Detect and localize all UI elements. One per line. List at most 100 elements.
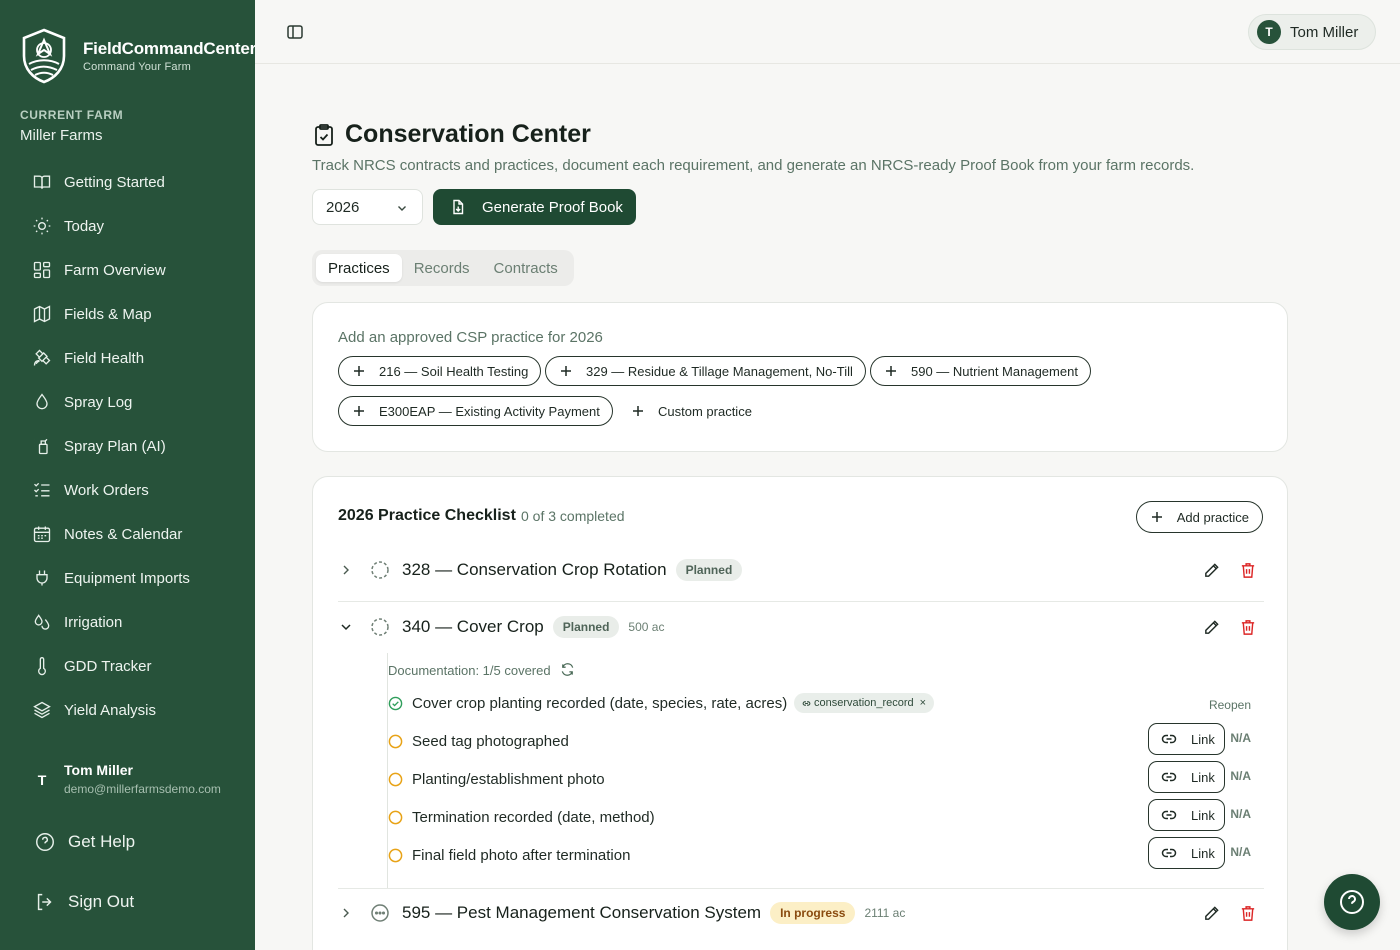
page-header: Conservation Center bbox=[313, 120, 591, 149]
checklist-count: 0 of 3 completed bbox=[521, 508, 625, 524]
add-practice-chip-590[interactable]: 590 — Nutrient Management bbox=[870, 356, 1091, 386]
sidebar-item-label: Field Health bbox=[64, 349, 145, 367]
help-fab-button[interactable] bbox=[1324, 874, 1380, 930]
layers-icon bbox=[33, 701, 51, 719]
divider bbox=[338, 601, 1264, 602]
sidebar-item-getting-started[interactable]: Getting Started bbox=[20, 160, 242, 204]
pencil-icon[interactable] bbox=[1203, 619, 1220, 636]
droplet-icon bbox=[36, 393, 48, 410]
practice-row-328[interactable]: 328 — Conservation Crop Rotation Planned bbox=[338, 555, 1264, 585]
sidebar-item-notes-calendar[interactable]: Notes & Calendar bbox=[20, 512, 242, 556]
doc-item-text: Termination recorded (date, method) bbox=[412, 809, 655, 826]
linked-record-tag[interactable]: conservation_record × bbox=[794, 693, 935, 713]
sidebar-item-spray-plan[interactable]: Spray Plan (AI) bbox=[20, 424, 242, 468]
spray-bottle-icon bbox=[34, 438, 48, 455]
add-practice-chip-e300eap[interactable]: E300EAP — Existing Activity Payment bbox=[338, 396, 613, 426]
sidebar-item-label: Getting Started bbox=[64, 173, 165, 191]
sidebar-item-work-orders[interactable]: Work Orders bbox=[20, 468, 242, 512]
documentation-label: Documentation: 1/5 covered bbox=[388, 663, 551, 678]
status-badge: Planned bbox=[552, 616, 620, 638]
sidebar-item-fields-map[interactable]: Fields & Map bbox=[20, 292, 242, 336]
current-farm-name[interactable]: Miller Farms bbox=[20, 127, 103, 144]
avatar: T bbox=[1257, 20, 1281, 44]
add-practice-chip-216[interactable]: 216 — Soil Health Testing bbox=[338, 356, 542, 386]
page-title: Conservation Center bbox=[345, 120, 591, 148]
pending-circle-icon[interactable] bbox=[388, 734, 403, 749]
practice-row-340[interactable]: 340 — Cover Crop Planned 500 ac bbox=[338, 612, 1264, 642]
topbar: T Tom Miller bbox=[255, 0, 1400, 64]
get-help-button[interactable]: Get Help bbox=[34, 831, 135, 853]
sidebar-item-irrigation[interactable]: Irrigation bbox=[20, 600, 242, 644]
check-circle-icon[interactable] bbox=[388, 696, 403, 711]
add-practice-button[interactable]: Add practice bbox=[1135, 501, 1263, 533]
sidebar-item-equipment-imports[interactable]: Equipment Imports bbox=[20, 556, 242, 600]
pencil-icon[interactable] bbox=[1203, 905, 1220, 922]
sun-icon bbox=[33, 217, 51, 235]
na-button[interactable]: N/A bbox=[1230, 807, 1251, 821]
plug-icon bbox=[36, 570, 48, 586]
sidebar-item-label: Yield Analysis bbox=[64, 701, 156, 719]
link-button[interactable]: Link bbox=[1148, 799, 1225, 831]
practice-name: 328 — Conservation Crop Rotation bbox=[402, 560, 667, 579]
chevron-down-icon bbox=[398, 206, 406, 211]
na-button[interactable]: N/A bbox=[1230, 731, 1251, 745]
link-button[interactable]: Link bbox=[1148, 723, 1225, 755]
year-select[interactable]: 2026 bbox=[312, 189, 423, 225]
link-icon bbox=[1161, 734, 1177, 744]
satellite-icon bbox=[33, 349, 51, 366]
brand[interactable]: FieldCommandCenter Command Your Farm bbox=[20, 28, 256, 84]
link-label: Link bbox=[1191, 845, 1215, 861]
generate-proof-book-button[interactable]: Generate Proof Book bbox=[433, 189, 636, 225]
pencil-icon[interactable] bbox=[1203, 562, 1220, 579]
calendar-icon bbox=[33, 526, 51, 543]
na-button[interactable]: N/A bbox=[1230, 769, 1251, 783]
plus-icon bbox=[1151, 512, 1162, 522]
user-menu-button[interactable]: T Tom Miller bbox=[1248, 14, 1376, 50]
practice-row-595[interactable]: 595 — Pest Management Conservation Syste… bbox=[338, 898, 1264, 928]
pending-circle-icon[interactable] bbox=[388, 810, 403, 825]
pending-circle-icon[interactable] bbox=[388, 772, 403, 787]
chevron-right-icon[interactable] bbox=[340, 907, 352, 919]
link-button[interactable]: Link bbox=[1148, 761, 1225, 793]
trash-icon[interactable] bbox=[1240, 905, 1256, 922]
chip-label: 216 — Soil Health Testing bbox=[379, 363, 529, 379]
documentation-header: Documentation: 1/5 covered bbox=[388, 653, 1265, 685]
tab-practices[interactable]: Practices bbox=[316, 254, 402, 282]
plus-icon bbox=[561, 366, 571, 376]
plus-icon bbox=[633, 406, 643, 416]
sidebar-item-gdd-tracker[interactable]: GDD Tracker bbox=[20, 644, 242, 688]
custom-practice-label: Custom practice bbox=[658, 403, 752, 419]
sidebar-item-label: Work Orders bbox=[64, 481, 149, 499]
year-value: 2026 bbox=[326, 198, 360, 216]
pending-circle-icon[interactable] bbox=[388, 848, 403, 863]
trash-icon[interactable] bbox=[1240, 562, 1256, 579]
trash-icon[interactable] bbox=[1240, 619, 1256, 636]
tab-records[interactable]: Records bbox=[402, 254, 482, 282]
avatar: T bbox=[37, 772, 47, 788]
practice-acres: 500 ac bbox=[628, 620, 665, 634]
sidebar-item-field-health[interactable]: Field Health bbox=[20, 336, 242, 380]
link-button[interactable]: Link bbox=[1148, 837, 1225, 869]
sidebar-item-spray-log[interactable]: Spray Log bbox=[20, 380, 242, 424]
na-button[interactable]: N/A bbox=[1230, 845, 1251, 859]
thermometer-icon bbox=[38, 657, 46, 676]
checklist-title: 2026 Practice Checklist bbox=[338, 507, 516, 524]
sidebar-item-farm-overview[interactable]: Farm Overview bbox=[20, 248, 242, 292]
refresh-icon[interactable] bbox=[560, 662, 575, 677]
doc-item-text: Seed tag photographed bbox=[412, 733, 569, 750]
sidebar-item-yield-analysis[interactable]: Yield Analysis bbox=[20, 688, 242, 732]
chevron-right-icon[interactable] bbox=[340, 564, 352, 576]
practice-checklist-card: 2026 Practice Checklist 0 of 3 completed… bbox=[312, 476, 1288, 950]
chevron-down-icon[interactable] bbox=[340, 621, 352, 633]
add-practice-chip-329[interactable]: 329 — Residue & Tillage Management, No-T… bbox=[545, 356, 866, 386]
sign-out-button[interactable]: Sign Out bbox=[34, 891, 134, 913]
help-circle-icon bbox=[36, 833, 54, 851]
custom-practice-button[interactable]: Custom practice bbox=[618, 396, 764, 426]
sidebar-user[interactable]: T Tom Miller demo@millerfarmsdemo.com bbox=[20, 762, 224, 796]
reopen-button[interactable]: Reopen bbox=[1209, 698, 1251, 712]
sidebar-toggle-icon[interactable] bbox=[285, 22, 305, 42]
status-in-progress-icon bbox=[371, 904, 389, 922]
tab-contracts[interactable]: Contracts bbox=[482, 254, 570, 282]
sidebar-item-today[interactable]: Today bbox=[20, 204, 242, 248]
remove-tag-icon[interactable]: × bbox=[920, 697, 926, 709]
